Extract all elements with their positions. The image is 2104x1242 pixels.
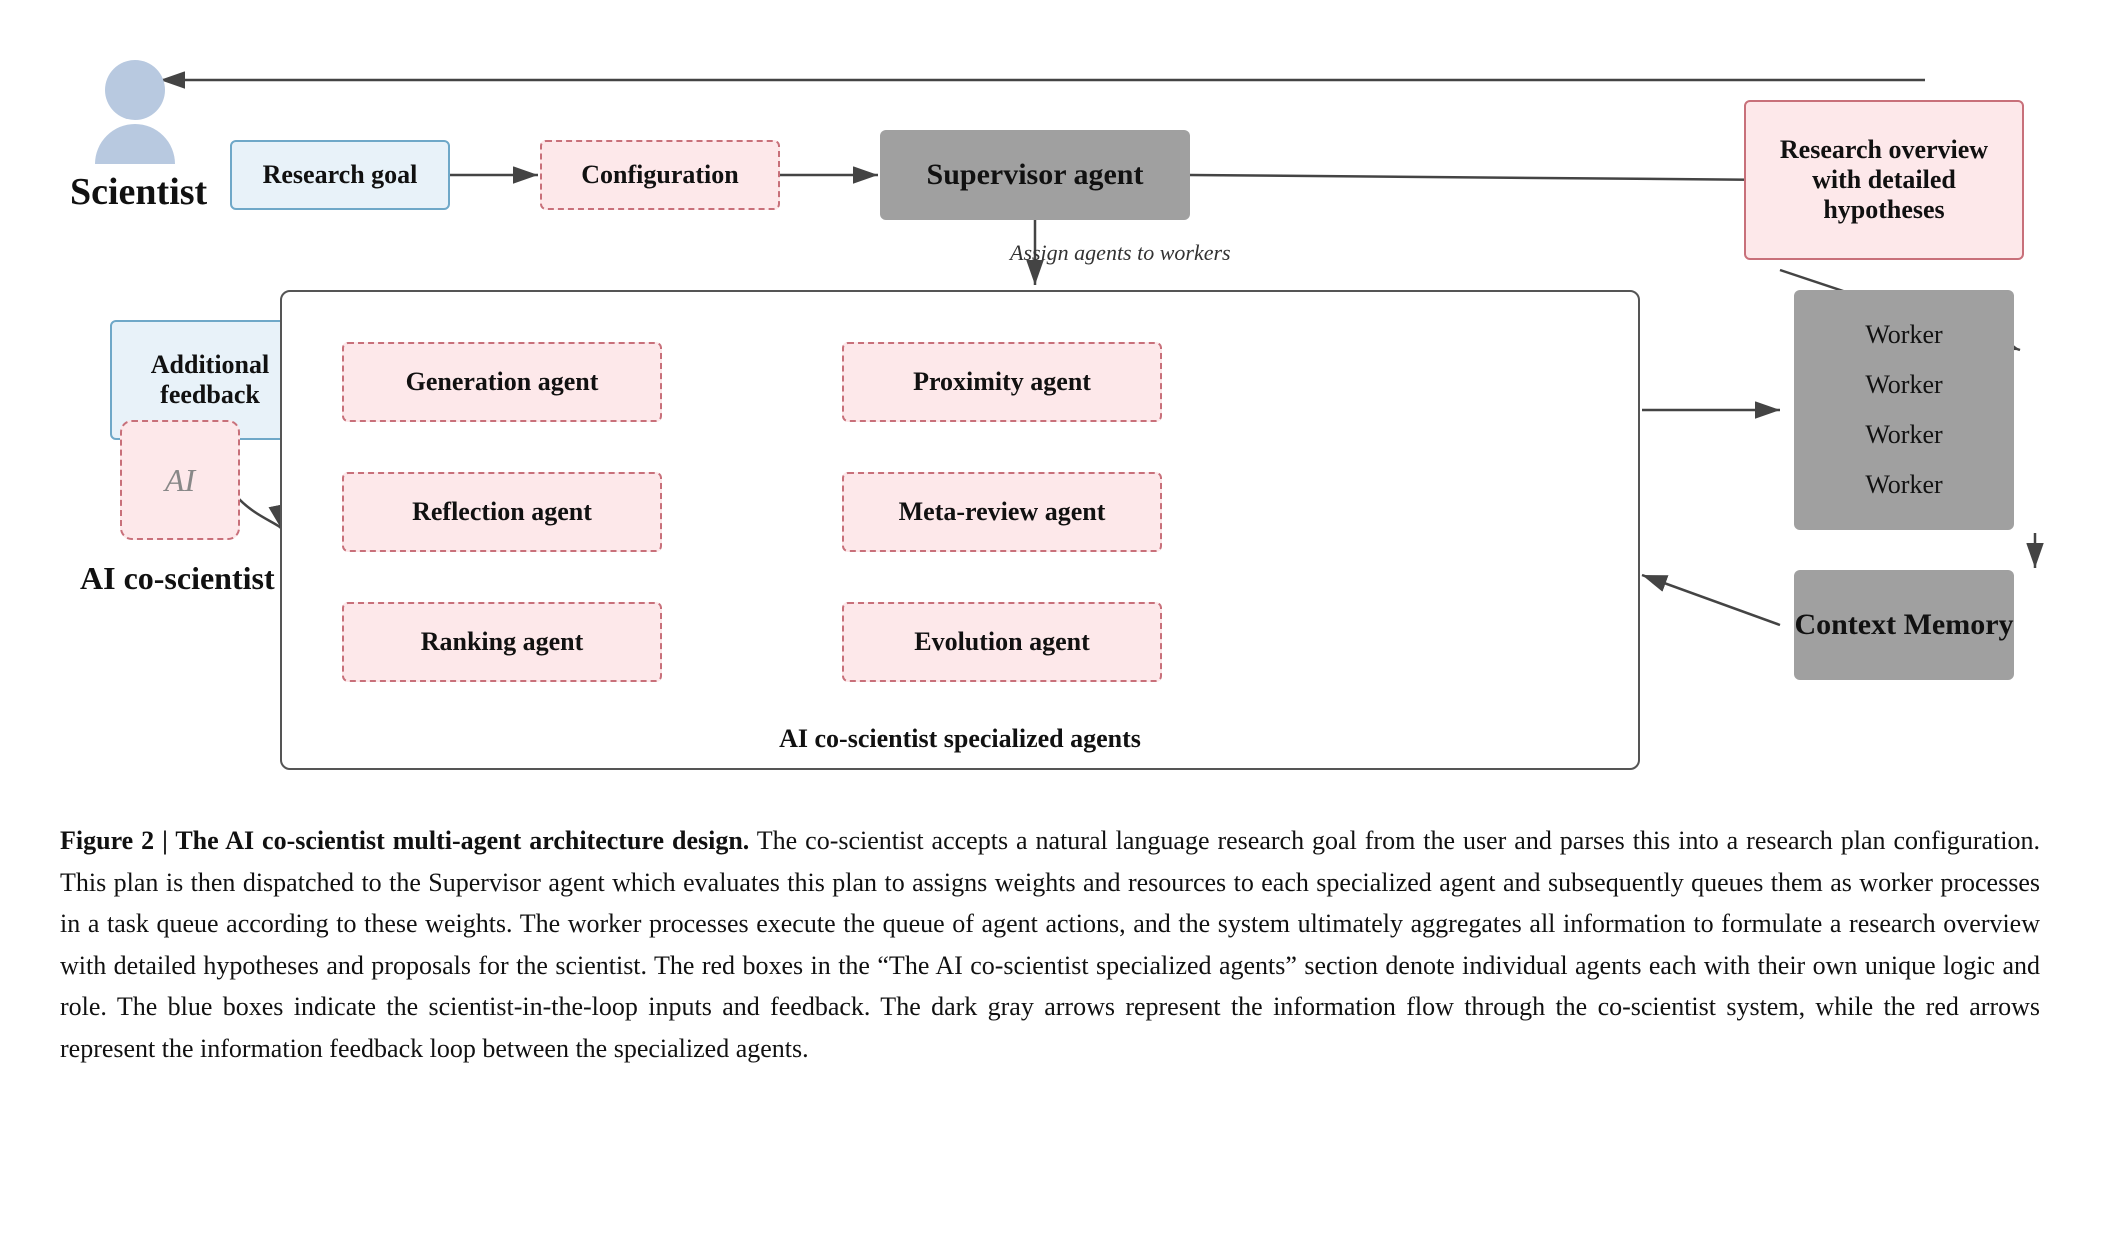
ai-coscientist-label: AI co-scientist: [80, 560, 275, 597]
person-icon: [90, 60, 180, 164]
worker-item-1: Worker: [1865, 320, 1942, 350]
reflection-agent-box: Reflection agent: [342, 472, 662, 552]
ranking-agent-box: Ranking agent: [342, 602, 662, 682]
worker-item-4: Worker: [1865, 470, 1942, 500]
meta-review-agent-box: Meta-review agent: [842, 472, 1162, 552]
person-body: [95, 124, 175, 164]
assign-agents-label: Assign agents to workers: [1010, 240, 1231, 266]
diagram-area: Scientist Research goal Configuration Su…: [60, 40, 2044, 780]
scientist-label: Scientist: [70, 170, 207, 214]
agents-container: Generation agent Proximity agent Reflect…: [280, 290, 1640, 770]
figure-label: Figure 2 | The AI co-scientist multi-age…: [60, 826, 749, 855]
context-memory-box: Context Memory: [1794, 570, 2014, 680]
configuration-box: Configuration: [540, 140, 780, 210]
agents-container-label: AI co-scientist specialized agents: [282, 724, 1638, 754]
worker-item-2: Worker: [1865, 370, 1942, 400]
evolution-agent-box: Evolution agent: [842, 602, 1162, 682]
ai-box: AI: [120, 420, 240, 540]
generation-agent-box: Generation agent: [342, 342, 662, 422]
figure-caption: Figure 2 | The AI co-scientist multi-age…: [60, 820, 2040, 1070]
worker-item-3: Worker: [1865, 420, 1942, 450]
research-goal-box: Research goal: [230, 140, 450, 210]
caption-body: The co-scientist accepts a natural langu…: [60, 826, 2040, 1063]
supervisor-agent-box: Supervisor agent: [880, 130, 1190, 220]
research-overview-box: Research overview with detailed hypothes…: [1744, 100, 2024, 260]
workers-box: Worker Worker Worker Worker: [1794, 290, 2014, 530]
person-head: [105, 60, 165, 120]
proximity-agent-box: Proximity agent: [842, 342, 1162, 422]
